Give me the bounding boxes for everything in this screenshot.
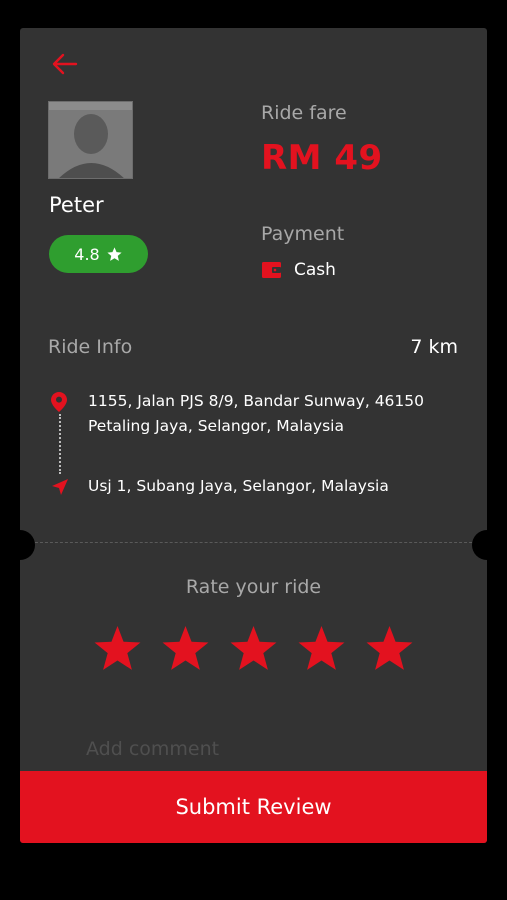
rating-value: 4.8 [74, 244, 100, 264]
rate-title: Rate your ride [185, 576, 322, 598]
rating-star-5-icon[interactable] [364, 625, 415, 673]
driver-name: Peter [49, 193, 104, 217]
ride-distance: 7 km [410, 336, 458, 358]
driver-avatar [48, 101, 133, 179]
ticket-notch-left [5, 530, 35, 560]
fare-value: RM 49 [261, 138, 383, 178]
rating-star-3-icon[interactable] [228, 625, 279, 673]
dropoff-address: Usj 1, Subang Jaya, Selangor, Malaysia [88, 477, 389, 495]
rating-star-4-icon[interactable] [296, 625, 347, 673]
payment-method-label: Cash [294, 260, 336, 280]
ticket-divider [20, 542, 487, 543]
ride-summary-card: Peter 4.8 Ride fare RM 49 Payment Cash R… [20, 28, 487, 843]
ride-info-label: Ride Info [48, 336, 133, 358]
payment-label: Payment [261, 223, 345, 245]
comment-input[interactable] [48, 723, 459, 775]
route-line [59, 414, 61, 474]
rating-star-2-icon[interactable] [160, 625, 211, 673]
rating-star-1-icon[interactable] [92, 625, 143, 673]
wallet-icon [262, 262, 281, 278]
payment-method: Cash [261, 260, 336, 280]
fare-label: Ride fare [261, 102, 347, 124]
location-pin-icon [51, 392, 67, 416]
submit-review-button[interactable]: Submit Review [20, 771, 487, 843]
ticket-notch-right [472, 530, 502, 560]
star-rating[interactable] [20, 625, 487, 673]
navigation-arrow-icon [51, 478, 69, 500]
back-arrow-icon[interactable] [50, 52, 78, 76]
pickup-address: 1155, Jalan PJS 8/9, Bandar Sunway, 4615… [88, 392, 424, 435]
rating-badge: 4.8 [49, 235, 148, 273]
star-icon [107, 246, 122, 261]
